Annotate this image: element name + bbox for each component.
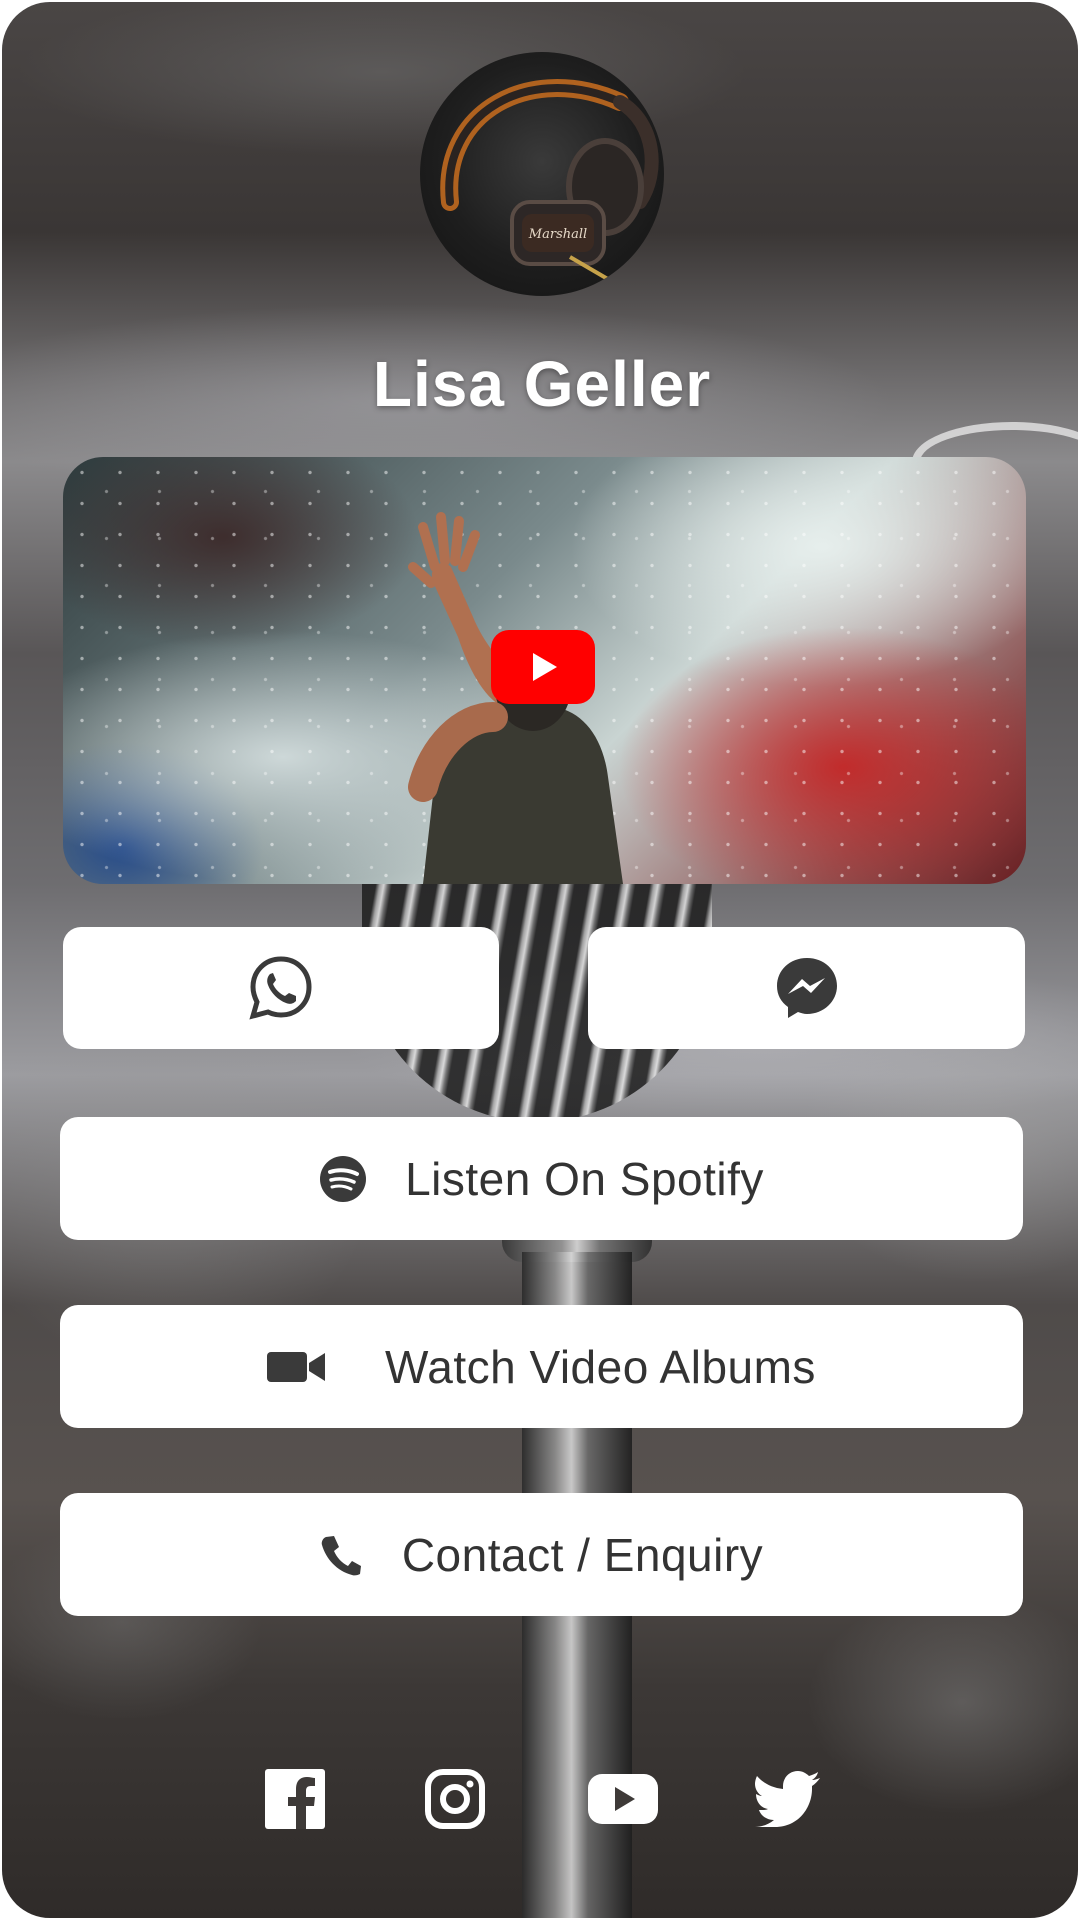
- video-thumbnail[interactable]: [63, 457, 1026, 884]
- video-albums-button[interactable]: Watch Video Albums: [60, 1305, 1023, 1428]
- contact-button-label: Contact / Enquiry: [401, 1528, 764, 1581]
- play-icon: [533, 653, 557, 681]
- video-albums-button-label: Watch Video Albums: [385, 1340, 816, 1393]
- youtube-play-button[interactable]: [491, 630, 595, 704]
- spotify-icon: [319, 1155, 367, 1203]
- whatsapp-button[interactable]: [63, 927, 499, 1049]
- whatsapp-icon: [249, 956, 312, 1020]
- messenger-button[interactable]: [588, 927, 1025, 1049]
- svg-text:Marshall: Marshall: [528, 227, 587, 242]
- youtube-icon[interactable]: [588, 1764, 658, 1834]
- twitter-icon[interactable]: [753, 1764, 823, 1834]
- phone-icon: [320, 1534, 362, 1576]
- profile-card: Marshall Lisa Geller Listen On Spotify W…: [2, 2, 1078, 1918]
- spotify-button-label: Listen On Spotify: [405, 1152, 764, 1205]
- avatar: Marshall: [420, 52, 664, 296]
- spotify-button[interactable]: Listen On Spotify: [60, 1117, 1023, 1240]
- facebook-icon[interactable]: [260, 1764, 330, 1834]
- profile-name: Lisa Geller: [372, 348, 712, 420]
- headphones-icon: Marshall: [440, 79, 659, 294]
- contact-button[interactable]: Contact / Enquiry: [60, 1493, 1023, 1616]
- social-links: [2, 1764, 1078, 1834]
- video-camera-icon: [267, 1350, 327, 1384]
- messenger-icon: [776, 958, 837, 1018]
- instagram-icon[interactable]: [420, 1764, 490, 1834]
